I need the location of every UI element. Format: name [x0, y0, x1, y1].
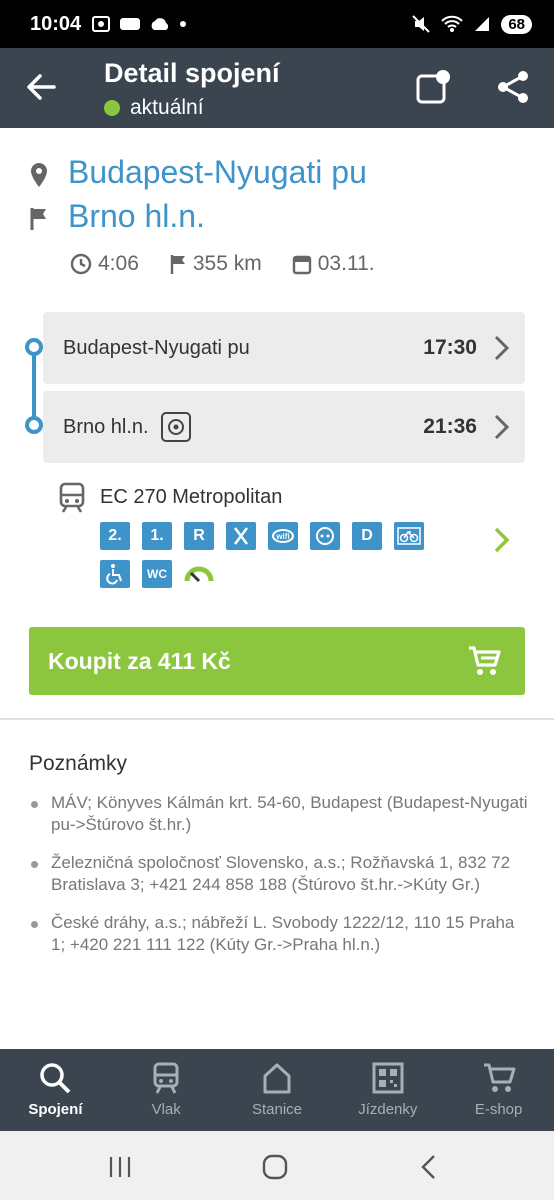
train-amenities: 2. 1. R wifi D WC [100, 522, 460, 588]
chevron-right-icon [494, 527, 510, 553]
tab-vlak[interactable]: Vlak [111, 1049, 222, 1131]
note-item: České dráhy, a.s.; nábřeží L. Svobody 12… [29, 912, 529, 956]
buy-ticket-button[interactable]: Koupit za 411 Kč [29, 627, 525, 695]
train-name: EC 270 Metropolitan [100, 486, 283, 508]
status-label: aktuální [104, 96, 204, 120]
date: 03.11. [292, 252, 375, 276]
station-icon [263, 1063, 291, 1094]
speedometer-icon [184, 560, 214, 588]
wifi-icon: wifi [268, 522, 298, 550]
open-in-new-icon[interactable] [414, 68, 452, 106]
note-item: MÁV; Könyves Kálmán krt. 54-60, Budapest… [29, 792, 529, 836]
location-pin-icon [31, 163, 47, 187]
timeline-dot-end [25, 416, 43, 434]
distance: 355 km [169, 252, 262, 276]
dining-car-badge: D [352, 522, 382, 550]
restaurant-icon [226, 522, 256, 550]
socket-icon [310, 522, 340, 550]
status-text: aktuální [130, 96, 204, 119]
bicycle-icon [394, 522, 424, 550]
back-icon[interactable] [416, 1153, 444, 1181]
leg-station: Brno hl.n. [63, 415, 149, 438]
chevron-right-icon [494, 335, 510, 361]
tab-label: Vlak [151, 1101, 181, 1118]
system-nav-bar [0, 1131, 554, 1200]
status-dot-icon [104, 100, 120, 116]
tab-spojeni[interactable]: Spojení [0, 1049, 111, 1131]
status-bar: 10:04 68 [0, 0, 554, 48]
origin-station: Budapest-Nyugati pu [68, 154, 367, 190]
tab-jizdenky[interactable]: Jízdenky [332, 1049, 443, 1131]
wheelchair-icon [100, 560, 130, 588]
timeline-dot-start [25, 338, 43, 356]
route-meta: 4:06 355 km 03.11. [70, 252, 405, 276]
signal-icon [475, 17, 490, 31]
chevron-right-icon [494, 414, 510, 440]
clock-icon [70, 253, 92, 275]
date-value: 03.11. [317, 252, 375, 275]
destination-flag-icon [30, 208, 46, 230]
tab-stanice[interactable]: Stanice [222, 1049, 333, 1131]
train-icon [153, 1062, 179, 1094]
bottom-nav: Spojení Vlak Stanice Jízdenky E-shop [0, 1049, 554, 1131]
battery-indicator: 68 [501, 14, 532, 34]
leg-departure[interactable]: Budapest-Nyugati pu 17:30 [43, 312, 525, 384]
calendar-icon [292, 255, 311, 275]
app-bar: Detail spojení aktuální [0, 48, 554, 128]
status-time: 10:04 [30, 12, 82, 35]
tab-label: Spojení [28, 1101, 83, 1118]
notes-heading: Poznámky [29, 752, 128, 775]
mute-icon [412, 15, 431, 33]
cloud-icon [151, 18, 169, 30]
wifi-icon [441, 15, 464, 32]
screenshot-icon [92, 16, 111, 32]
distance-value: 355 km [192, 252, 262, 275]
qr-icon [372, 1062, 404, 1094]
dot-icon [180, 21, 187, 27]
svg-text:wifi: wifi [275, 532, 289, 541]
train-info[interactable]: EC 270 Metropolitan 2. 1. R wifi D WC [0, 478, 554, 588]
page-title: Detail spojení [104, 58, 280, 88]
tab-label: Stanice [251, 1101, 303, 1118]
card-icon [120, 18, 141, 30]
share-icon[interactable] [494, 68, 532, 106]
leg-station: Budapest-Nyugati pu [63, 336, 250, 359]
notes-section: Poznámky MÁV; Könyves Kálmán krt. 54-60,… [29, 752, 529, 972]
tab-eshop[interactable]: E-shop [443, 1049, 554, 1131]
home-icon[interactable] [261, 1153, 289, 1181]
flag-icon [170, 255, 185, 274]
back-arrow-icon[interactable] [24, 70, 58, 104]
cart-icon [483, 1063, 516, 1092]
divider [0, 718, 554, 720]
tab-label: Jízdenky [358, 1101, 418, 1118]
train-icon [59, 482, 85, 513]
tab-label: E-shop [474, 1101, 523, 1118]
destination-station: Brno hl.n. [68, 198, 205, 234]
recent-apps-icon[interactable] [106, 1153, 134, 1181]
wc-badge: WC [142, 560, 172, 588]
leg-time: 17:30 [423, 336, 477, 359]
status-icons [91, 15, 187, 33]
request-stop-icon [160, 412, 191, 442]
second-class-badge: 2. [100, 522, 130, 550]
note-item: Železničná spoločnosť Slovensko, a.s.; R… [29, 852, 529, 896]
reservation-badge: R [184, 522, 214, 550]
cart-icon [469, 646, 501, 675]
duration-value: 4:06 [98, 252, 139, 275]
duration: 4:06 [70, 252, 139, 276]
leg-time: 21:36 [423, 415, 477, 438]
buy-button-label: Koupit za 411 Kč [48, 647, 231, 674]
leg-arrival[interactable]: Brno hl.n. 21:36 [43, 391, 525, 463]
status-right: 68 [411, 14, 532, 34]
first-class-badge: 1. [142, 522, 172, 550]
search-icon [40, 1063, 71, 1094]
